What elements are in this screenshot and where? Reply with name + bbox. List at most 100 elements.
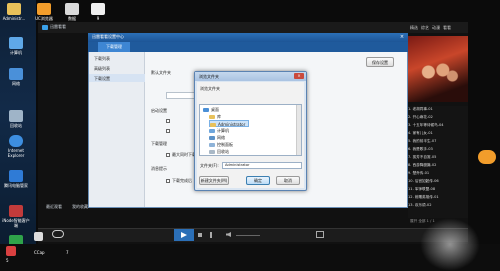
sidebar-item-advanced-list[interactable]: 高级列表 xyxy=(94,66,110,72)
tree-item-label: 库 xyxy=(217,114,221,119)
sidebar-item-download-list[interactable]: 下载列表 xyxy=(94,56,110,62)
list-item[interactable]: 1. 老胡同事-01 xyxy=(408,106,466,113)
folder-path-field[interactable] xyxy=(166,92,196,99)
desktop-icon-internet-explorer[interactable]: Internet Explorer xyxy=(2,135,30,158)
tab-featured[interactable]: 精选 xyxy=(410,23,418,33)
list-item[interactable]: 10. 后宫如懿传-06 xyxy=(408,178,466,185)
tree-item-network[interactable]: 网络 xyxy=(209,134,225,141)
desktop-icon-label: 数据 xyxy=(68,16,76,21)
folder-tree[interactable]: 桌面 库 Administrator 计算机 网络 控制面板 回收站 xyxy=(199,104,302,156)
section-default-folder: 默认文件夹 xyxy=(151,70,171,75)
desktop-icon-computer[interactable]: 计算机 xyxy=(2,37,30,55)
fullscreen-icon[interactable] xyxy=(316,231,324,238)
desktop-icon-label: 9 xyxy=(96,16,100,21)
uc-browser-icon xyxy=(37,3,51,15)
tree-item-desktop[interactable]: 桌面 xyxy=(203,106,219,113)
tree-item-label: 控制面板 xyxy=(217,142,233,147)
desktop-icon-data[interactable]: 数据 xyxy=(58,3,86,21)
settings-title-bar xyxy=(88,33,408,42)
list-item[interactable]: 11. 军师联盟-08 xyxy=(408,186,466,193)
list-item[interactable]: 7. 孤芳不自赏-05 xyxy=(408,154,466,161)
desktop-icon-9[interactable]: 9 xyxy=(84,3,112,21)
desktop-icon-recycle-bin[interactable]: 回收站 xyxy=(2,110,30,128)
tree-item-control-panel[interactable]: 控制面板 xyxy=(209,141,233,148)
user-folder-icon xyxy=(7,3,21,15)
list-item[interactable]: 8. 西游降魔篇-02 xyxy=(408,162,466,169)
list-item[interactable]: 2. 开心麻花-02 xyxy=(408,114,466,121)
player-tabs: 精选 综艺 动漫 看看 xyxy=(410,23,470,33)
desktop-icon-label-5: 5 xyxy=(6,258,9,263)
list-item[interactable]: 4. 家有儿女-01 xyxy=(408,130,466,137)
recent-watched-link[interactable]: 最近观看 xyxy=(46,204,62,210)
right-playlist: 1. 老胡同事-01 2. 开心麻花-02 3. 十五年等待候鸟-04 4. 家… xyxy=(408,106,468,218)
player-logo-icon xyxy=(42,25,48,30)
checkbox[interactable] xyxy=(166,179,170,183)
tab-watch[interactable]: 看看 xyxy=(443,23,451,33)
list-item[interactable]: 12. 射雕英雄传-01 xyxy=(408,194,466,201)
poster-figures xyxy=(414,56,462,96)
tab-anime[interactable]: 动漫 xyxy=(432,23,440,33)
section-download-manager: 下载管理 xyxy=(151,141,167,146)
stop-icon[interactable] xyxy=(198,233,202,237)
checkbox[interactable] xyxy=(166,119,170,123)
startup-checkbox-1[interactable] xyxy=(166,118,172,123)
settings-close-icon[interactable]: × xyxy=(398,34,406,41)
desktop-icon-label-ccap[interactable]: CCap xyxy=(34,250,45,255)
after-download-row[interactable]: 下载完成后 xyxy=(166,178,192,184)
startup-checkbox-2[interactable] xyxy=(166,128,172,133)
list-item[interactable]: 5. 我的前半生-07 xyxy=(408,138,466,145)
desktop-icon-network[interactable]: 网络 xyxy=(2,68,30,86)
list-item[interactable]: 13. 欢乐颂-02 xyxy=(408,202,466,209)
tab-variety[interactable]: 综艺 xyxy=(421,23,429,33)
list-item[interactable]: 6. 我是歌手-03 xyxy=(408,146,466,153)
poster-image[interactable] xyxy=(408,36,468,102)
internet-explorer-icon xyxy=(9,135,23,147)
recycle-bin-icon xyxy=(209,150,215,154)
tree-item-recycle-bin[interactable]: 回收站 xyxy=(209,148,229,155)
new-folder-button[interactable]: 新建文件夹(M) xyxy=(199,176,229,185)
dialog-instruction: 浏览文件夹 xyxy=(200,86,220,91)
desktop-icon-label: 回收站 xyxy=(10,123,22,128)
tree-item-library[interactable]: 库 xyxy=(209,113,221,120)
checkbox[interactable] xyxy=(166,153,170,157)
sidebar-item-download-settings[interactable]: 下载设置 xyxy=(94,76,110,82)
file-icon xyxy=(91,3,105,15)
list-item[interactable]: 9. 楚乔传-01 xyxy=(408,170,466,177)
settings-tab-strip xyxy=(88,42,408,52)
cancel-button[interactable]: 取消 xyxy=(276,176,300,185)
computer-icon xyxy=(209,129,215,133)
desktop-folder-icon xyxy=(203,108,209,112)
save-settings-button[interactable]: 保存设置 xyxy=(366,57,394,67)
my-favorites-link[interactable]: 我的收藏 xyxy=(72,204,88,210)
list-item[interactable]: 3. 十五年等待候鸟-04 xyxy=(408,122,466,129)
network-icon xyxy=(9,68,23,80)
play-icon xyxy=(181,232,187,238)
prev-icon[interactable] xyxy=(210,232,216,238)
desktop-icon-software-manager-bottom[interactable] xyxy=(6,246,16,256)
tree-item-administrator[interactable]: Administrator xyxy=(209,120,250,127)
dialog-title: 浏览文件夹 xyxy=(199,74,219,79)
eye-icon[interactable] xyxy=(52,230,64,238)
desktop-icon-tencent-manager[interactable]: 腾讯电脑管家 xyxy=(2,170,30,188)
player-title: 迅雷看看 xyxy=(50,24,66,29)
folder-field-label: 文件夹(F): xyxy=(200,163,219,168)
dialog-close-button[interactable]: × xyxy=(294,73,304,79)
tree-scrollbar[interactable] xyxy=(296,105,301,155)
desktop-icon-administrator[interactable]: Administr... xyxy=(0,3,28,21)
notification-bubble[interactable] xyxy=(478,150,496,164)
desktop-icon-uc-browser[interactable]: UC浏览器 xyxy=(30,3,58,21)
ok-button[interactable]: 确定 xyxy=(246,176,270,185)
tree-item-label: 桌面 xyxy=(211,107,219,112)
desktop-icon-label: UC浏览器 xyxy=(35,16,53,21)
folder-field-input[interactable]: Administrator xyxy=(222,162,302,169)
desktop-icon-label: 腾讯电脑管家 xyxy=(4,183,28,188)
desktop-icon-inode[interactable]: iNode智能客户端 xyxy=(2,205,30,228)
checkbox[interactable] xyxy=(166,129,170,133)
tree-item-computer[interactable]: 计算机 xyxy=(209,127,229,134)
section-startup: 启动设置 xyxy=(151,108,167,113)
start-button-icon[interactable] xyxy=(34,232,43,241)
tab-download-manager[interactable]: 下载管理 xyxy=(98,42,130,52)
control-panel-icon xyxy=(209,143,215,147)
settings-window-title: 迅雷看看设置中心 xyxy=(92,34,124,39)
volume-slider[interactable] xyxy=(236,235,260,236)
